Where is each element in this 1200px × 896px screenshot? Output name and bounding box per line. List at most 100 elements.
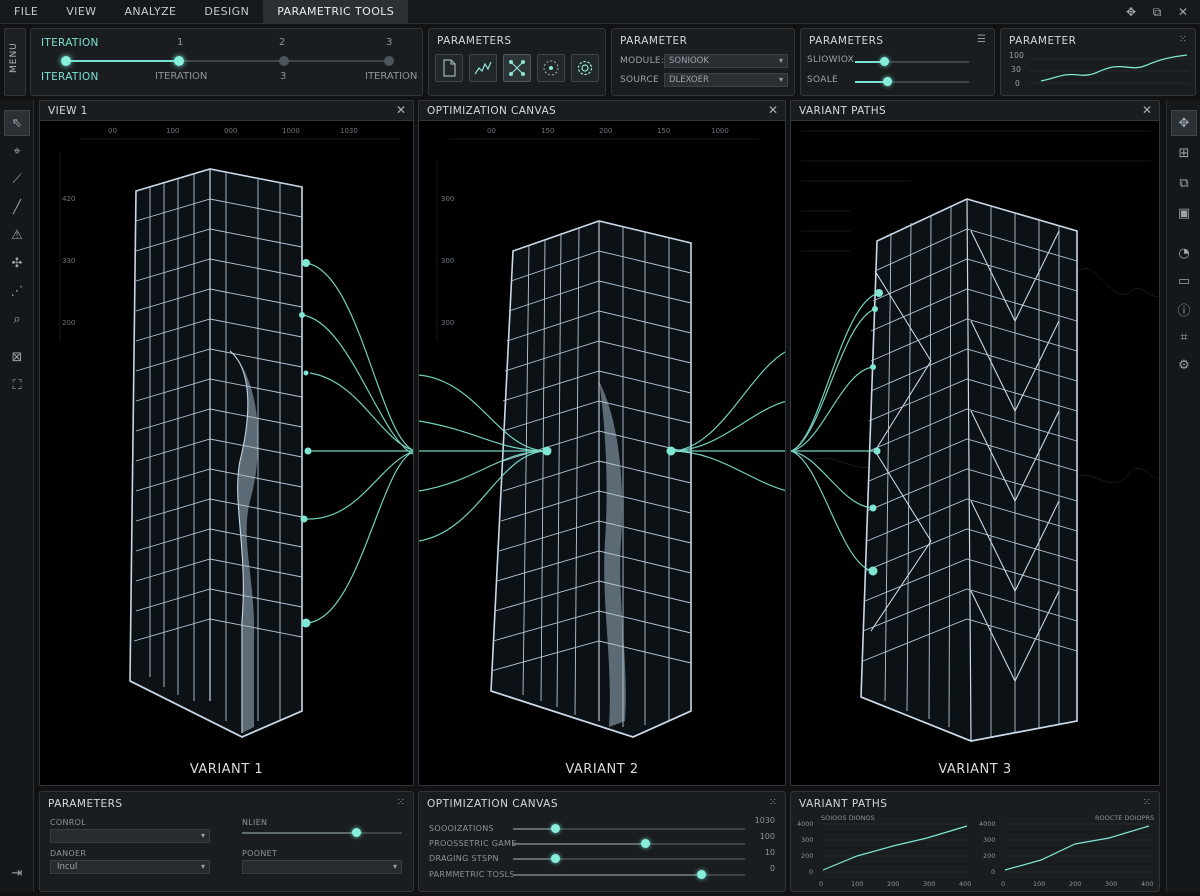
iteration-step-3: 3 — [386, 37, 393, 48]
stack-tool[interactable]: ⧉ — [1171, 170, 1197, 196]
menu-lines-icon[interactable]: ☰ — [977, 34, 986, 45]
poonet-select[interactable]: ▾ — [242, 860, 402, 874]
opt-row-3-knob[interactable] — [697, 870, 706, 879]
view-1-ruler-2: 000 — [224, 127, 237, 135]
control-select[interactable]: ▾ — [50, 829, 210, 843]
bottom-parameters-panel: PARAMETERS ⁙ CONROL ▾ DANOER Incul ▾ NLI… — [39, 791, 414, 892]
chat-tool[interactable]: ▭ — [1171, 268, 1197, 294]
crosshair-tool[interactable]: ⌖ — [4, 138, 30, 164]
path-tool[interactable]: ⋰ — [4, 278, 30, 304]
path-chart-1-xtick-0: 0 — [819, 880, 823, 888]
opt-row-3-slider[interactable] — [513, 870, 745, 879]
close-icon[interactable]: ✕ — [768, 103, 778, 117]
measure-tool[interactable]: ⟋ — [4, 166, 30, 192]
danger-select[interactable]: Incul ▾ — [50, 860, 210, 874]
menu-design[interactable]: DESIGN — [190, 0, 263, 24]
opt-row-0-knob[interactable] — [551, 824, 560, 833]
iteration-dot-2[interactable] — [279, 56, 289, 66]
path-chart-1-xtick-1: 100 — [851, 880, 863, 888]
grid-dots-icon[interactable]: ⁙ — [1179, 34, 1187, 45]
view-1-ytick-0: 420 — [62, 195, 75, 203]
nlien-slider[interactable] — [242, 828, 402, 837]
line-tool[interactable]: ╱ — [4, 194, 30, 220]
target-tool-button[interactable] — [537, 54, 565, 82]
danger-label: DANOER — [50, 849, 87, 858]
view-1-ytick-1: 330 — [62, 257, 75, 265]
grid-dots-icon[interactable]: ⁙ — [397, 797, 405, 808]
fit-view-tool[interactable]: ⛶ — [4, 372, 30, 398]
crop-tool[interactable]: ⌗ — [1171, 324, 1197, 350]
path-chart-2-ytick-1: 300 — [983, 836, 995, 844]
nlien-slider-knob[interactable] — [352, 828, 361, 837]
exit-tool[interactable]: ⇥ — [4, 860, 30, 886]
optimization-canvas-header: OPTIMIZATION CANVAS ✕ — [419, 101, 785, 121]
menu-view[interactable]: VIEW — [52, 0, 110, 24]
gauge-tool[interactable]: ◔ — [1171, 240, 1197, 266]
source-select[interactable]: DLEXOER ▾ — [664, 73, 788, 87]
view-2-ytick-1: 300 — [441, 257, 454, 265]
slider-1-knob[interactable] — [883, 77, 892, 86]
iteration-track[interactable] — [61, 56, 394, 66]
select-tool[interactable]: ⇖ — [4, 110, 30, 136]
menu-bar: FILE VIEW ANALYZE DESIGN PARAMETRIC TOOL… — [0, 0, 1200, 24]
slider-label-1: SOALE — [807, 75, 838, 85]
slider-0-knob[interactable] — [880, 57, 889, 66]
tower-2-model — [490, 220, 692, 738]
iteration-dot-1[interactable] — [174, 56, 184, 66]
opt-row-2-slider[interactable] — [513, 854, 745, 863]
path-chart-1: SOIOOS DIONOS 4000 300 200 0 0 100 200 3… — [797, 814, 971, 888]
opt-row-2-knob[interactable] — [551, 854, 560, 863]
zoom-tool[interactable]: ⌕ — [4, 306, 30, 332]
view-1-panel[interactable]: VIEW 1 ✕ 00 100 000 1000 1030 420 330 20… — [39, 100, 414, 786]
warning-tool[interactable]: ⚠ — [4, 222, 30, 248]
menu-side-tab[interactable]: MENU — [4, 28, 26, 96]
grid-tool[interactable]: ⊞ — [1171, 140, 1197, 166]
close-icon[interactable]: ✕ — [396, 103, 406, 117]
nodes-icon — [509, 60, 525, 76]
variant-paths-panel[interactable]: VARIANT PATHS ✕ VARIANT 3 — [790, 100, 1160, 786]
move-icon[interactable]: ✥ — [1122, 3, 1140, 21]
iteration-step-1: 1 — [177, 37, 184, 48]
module-select[interactable]: SONIOOK ▾ — [664, 54, 788, 68]
close-icon[interactable]: ✕ — [1142, 103, 1152, 117]
graph-tick-1: 30 — [1011, 65, 1022, 74]
parameter-graph — [1029, 54, 1189, 84]
component-tool[interactable]: ✣ — [4, 250, 30, 276]
path-chart-1-xtick-4: 400 — [959, 880, 971, 888]
path-chart-2-xtick-2: 200 — [1069, 880, 1081, 888]
document-tool-button[interactable] — [435, 54, 463, 82]
opt-row-1-slider[interactable] — [513, 839, 745, 848]
variant-paths-title: VARIANT PATHS — [799, 105, 887, 117]
path-chart-1-title: SOIOOS DIONOS — [821, 814, 875, 822]
close-view-tool[interactable]: ⊠ — [4, 344, 30, 370]
iteration-dot-3[interactable] — [384, 56, 394, 66]
layers-tool[interactable]: ▣ — [1171, 200, 1197, 226]
info-tool[interactable]: ⓘ — [1171, 296, 1197, 322]
move-tool[interactable]: ✥ — [1171, 110, 1197, 136]
chevron-down-icon: ▾ — [778, 56, 783, 65]
variant-1-label: VARIANT 1 — [189, 762, 264, 777]
grid-dots-icon[interactable]: ⁙ — [769, 797, 777, 808]
grid-dots-icon[interactable]: ⁙ — [1143, 797, 1151, 808]
nodes-tool-button[interactable] — [503, 54, 531, 82]
parameter-graph-panel: PARAMETER ⁙ 100 30 0 — [1000, 28, 1196, 96]
opt-row-0-slider[interactable] — [513, 824, 745, 833]
chevron-down-icon: ▾ — [392, 862, 397, 871]
view-1-header: VIEW 1 ✕ — [40, 101, 413, 121]
menu-parametric-tools[interactable]: PARAMETRIC TOOLS — [263, 0, 409, 24]
slider-1[interactable] — [855, 77, 969, 86]
close-window-icon[interactable]: ✕ — [1174, 3, 1192, 21]
crosshair-icon: ⌖ — [13, 143, 21, 159]
opt-row-1-knob[interactable] — [641, 839, 650, 848]
menu-file[interactable]: FILE — [0, 0, 52, 24]
iteration-bottom-label: ITERATION — [41, 71, 99, 83]
parameter-panel-title: PARAMETER — [620, 35, 688, 47]
graph-tool-button[interactable] — [469, 54, 497, 82]
layout-icon[interactable]: ⧉ — [1148, 3, 1166, 21]
gear-tool-button[interactable] — [571, 54, 599, 82]
iteration-dot-0[interactable] — [61, 56, 71, 66]
menu-analyze[interactable]: ANALYZE — [110, 0, 190, 24]
slider-0[interactable] — [855, 57, 969, 66]
settings-tool[interactable]: ⚙ — [1171, 352, 1197, 378]
optimization-canvas-panel[interactable]: OPTIMIZATION CANVAS ✕ 00 150 200 150 100… — [418, 100, 786, 786]
